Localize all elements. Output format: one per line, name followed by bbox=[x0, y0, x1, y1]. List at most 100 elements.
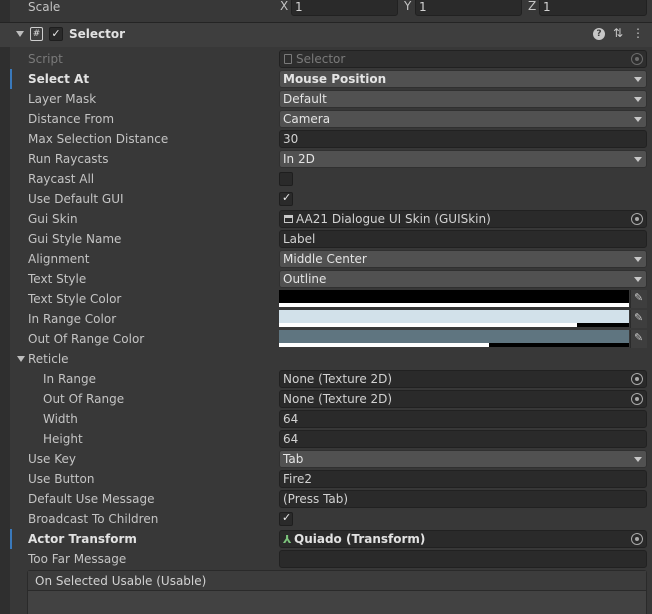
component-header[interactable]: # ✓ Selector ? ⇅ ⋮ bbox=[0, 23, 652, 47]
actor-transform-field[interactable]: ⅄ Quiado (Transform) bbox=[279, 530, 647, 548]
out-of-range-value: None (Texture 2D) bbox=[283, 392, 393, 406]
gui-skin-object-picker-icon[interactable] bbox=[631, 213, 643, 225]
run-raycasts-dropdown[interactable]: In 2D bbox=[279, 150, 647, 168]
alpha-fill bbox=[279, 323, 577, 327]
scale-x-label[interactable]: X bbox=[280, 0, 288, 13]
use-default-gui-checkbox[interactable]: ✓ bbox=[279, 191, 293, 206]
inspector-gutter bbox=[0, 0, 10, 614]
out-of-range-label: Out Of Range bbox=[43, 392, 125, 406]
text-style-color-field[interactable] bbox=[279, 290, 629, 308]
layer-mask-value: Default bbox=[283, 92, 327, 106]
layer-mask-dropdown[interactable]: Default bbox=[279, 90, 647, 108]
event-panel: On Selected Usable (Usable) bbox=[27, 570, 647, 614]
reticle-label[interactable]: Reticle bbox=[28, 349, 69, 369]
scale-z-label[interactable]: Z bbox=[528, 0, 536, 13]
raycast-all-checkbox[interactable] bbox=[279, 172, 293, 186]
too-far-message-label: Too Far Message bbox=[28, 552, 127, 566]
chevron-down-icon bbox=[634, 117, 642, 122]
foldout-arrow-icon[interactable] bbox=[16, 31, 24, 37]
eyedropper-button[interactable]: ✎ bbox=[630, 310, 647, 328]
select-at-label: Select At bbox=[28, 72, 90, 86]
raycast-all-label: Raycast All bbox=[28, 172, 95, 186]
in-range-label: In Range bbox=[43, 372, 96, 386]
eyedropper-icon: ✎ bbox=[634, 311, 644, 324]
modified-indicator bbox=[10, 69, 12, 89]
actor-transform-label: Actor Transform bbox=[28, 532, 137, 546]
eyedropper-button[interactable]: ✎ bbox=[630, 290, 647, 308]
alignment-dropdown[interactable]: Middle Center bbox=[279, 250, 647, 268]
in-range-value: None (Texture 2D) bbox=[283, 372, 393, 386]
select-at-value: Mouse Position bbox=[283, 72, 387, 86]
out-of-range-color-field[interactable] bbox=[279, 330, 629, 348]
text-style-label: Text Style bbox=[28, 272, 87, 286]
script-field: Selector bbox=[279, 50, 647, 68]
eyedropper-icon: ✎ bbox=[634, 331, 644, 344]
gui-style-name-field[interactable]: Label bbox=[279, 230, 647, 248]
out-of-range-object-picker-icon[interactable] bbox=[631, 393, 643, 405]
color-swatch bbox=[279, 290, 629, 303]
modified-indicator bbox=[10, 529, 12, 549]
distance-from-label: Distance From bbox=[28, 112, 115, 126]
chevron-down-icon bbox=[634, 457, 642, 462]
actor-transform-object-picker-icon[interactable] bbox=[631, 533, 643, 545]
script-object-picker-icon bbox=[631, 53, 643, 65]
max-selection-distance-field[interactable]: 30 bbox=[279, 130, 647, 148]
select-at-dropdown[interactable]: Mouse Position bbox=[279, 70, 647, 88]
broadcast-to-children-check: ✓ bbox=[282, 511, 292, 524]
distance-from-value: Camera bbox=[283, 112, 331, 126]
height-field[interactable]: 64 bbox=[279, 430, 647, 448]
use-key-label: Use Key bbox=[28, 452, 76, 466]
width-label: Width bbox=[43, 412, 78, 426]
text-style-value: Outline bbox=[283, 272, 327, 286]
broadcast-to-children-checkbox[interactable]: ✓ bbox=[279, 511, 293, 526]
reticle-foldout-arrow-icon[interactable] bbox=[17, 356, 25, 362]
in-range-field[interactable]: None (Texture 2D) bbox=[279, 370, 647, 388]
scale-y-label[interactable]: Y bbox=[404, 0, 411, 13]
max-selection-distance-label: Max Selection Distance bbox=[28, 132, 169, 146]
in-range-color-field[interactable] bbox=[279, 310, 629, 328]
broadcast-to-children-label: Broadcast To Children bbox=[28, 512, 159, 526]
eyedropper-icon: ✎ bbox=[634, 291, 644, 304]
use-button-label: Use Button bbox=[28, 472, 95, 486]
default-use-message-label: Default Use Message bbox=[28, 492, 155, 506]
scale-y-field[interactable]: 1 bbox=[415, 0, 522, 16]
run-raycasts-label: Run Raycasts bbox=[28, 152, 109, 166]
event-title: On Selected Usable (Usable) bbox=[35, 574, 207, 588]
scale-x-field[interactable]: 1 bbox=[291, 0, 398, 16]
text-style-dropdown[interactable]: Outline bbox=[279, 270, 647, 288]
gui-style-name-label: Gui Style Name bbox=[28, 232, 122, 246]
chevron-down-icon bbox=[634, 97, 642, 102]
alpha-fill bbox=[279, 303, 629, 307]
width-field[interactable]: 64 bbox=[279, 410, 647, 428]
help-icon[interactable]: ? bbox=[593, 28, 605, 40]
script-label: Script bbox=[28, 52, 63, 66]
use-button-field[interactable]: Fire2 bbox=[279, 470, 647, 488]
script-file-icon bbox=[284, 54, 292, 64]
chevron-down-icon bbox=[634, 157, 642, 162]
scale-label: Scale bbox=[28, 0, 61, 14]
chevron-down-icon bbox=[634, 277, 642, 282]
default-use-message-field[interactable]: (Press Tab) bbox=[279, 490, 647, 508]
use-default-gui-check: ✓ bbox=[282, 191, 292, 204]
eyedropper-button[interactable]: ✎ bbox=[630, 330, 647, 348]
out-of-range-color-label: Out Of Range Color bbox=[28, 332, 145, 346]
layer-mask-label: Layer Mask bbox=[28, 92, 97, 106]
alpha-fill bbox=[279, 343, 489, 347]
actor-transform-value: Quiado (Transform) bbox=[294, 532, 426, 546]
menu-icon[interactable]: ⋮ bbox=[632, 26, 644, 40]
component-title: Selector bbox=[69, 27, 126, 41]
too-far-message-field[interactable] bbox=[279, 550, 647, 568]
in-range-object-picker-icon[interactable] bbox=[631, 373, 643, 385]
presets-icon[interactable]: ⇅ bbox=[613, 26, 623, 40]
color-swatch bbox=[279, 310, 629, 323]
out-of-range-field[interactable]: None (Texture 2D) bbox=[279, 390, 647, 408]
scale-z-field[interactable]: 1 bbox=[539, 0, 647, 16]
use-key-dropdown[interactable]: Tab bbox=[279, 450, 647, 468]
gui-skin-value: AA21 Dialogue UI Skin (GUISkin) bbox=[296, 212, 491, 226]
enabled-checkbox[interactable]: ✓ bbox=[49, 27, 63, 41]
distance-from-dropdown[interactable]: Camera bbox=[279, 110, 647, 128]
chevron-down-icon bbox=[634, 257, 642, 262]
gui-skin-label: Gui Skin bbox=[28, 212, 78, 226]
gui-skin-field[interactable]: AA21 Dialogue UI Skin (GUISkin) bbox=[279, 210, 647, 228]
color-swatch bbox=[279, 330, 629, 343]
